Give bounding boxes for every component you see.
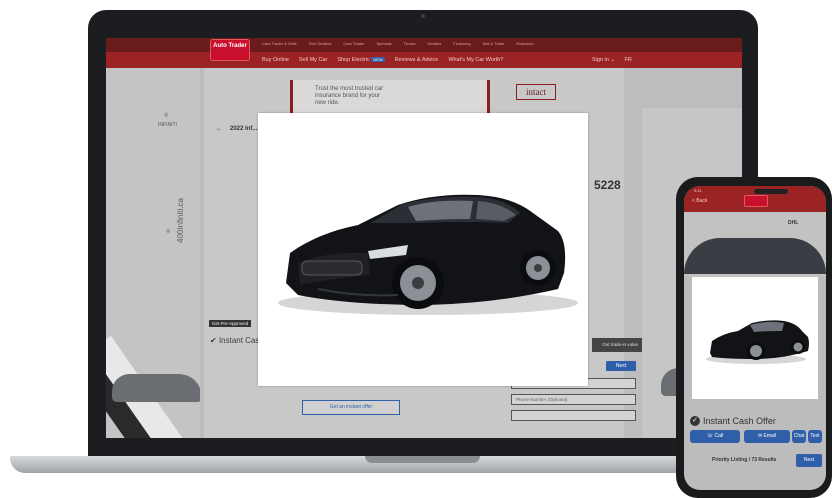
nav-shop-electric[interactable]: Shop Electric NEW <box>337 57 385 63</box>
phone-car-modal[interactable] <box>692 277 818 399</box>
phone-results-label: Priority Listing / 73 Results <box>712 457 777 463</box>
nav-sell-my-car[interactable]: Sell My Car <box>299 57 327 63</box>
laptop-base-notch <box>365 456 480 463</box>
phone-site-logo[interactable] <box>744 195 768 207</box>
infiniti-logo: ◎ <box>166 228 171 234</box>
main-nav: Buy Online Sell My Car Shop Electric NEW… <box>262 57 503 63</box>
infiniti-logo: ◎ <box>164 112 169 118</box>
intact-logo[interactable]: intact <box>516 84 556 100</box>
site-logo[interactable]: Auto Trader <box>210 39 250 61</box>
top-link[interactable]: Sell & Trade <box>483 41 505 46</box>
left-ad-rail: ◎ INFINITI 400Infiniti.ca ◎ <box>106 68 200 438</box>
phone-sedan-image <box>706 320 809 364</box>
phone-notch <box>754 189 788 194</box>
top-link[interactable]: Research <box>516 41 533 46</box>
phone-icon: ☏ <box>706 433 715 439</box>
top-link[interactable]: Find Dealers <box>309 41 332 46</box>
instant-cash-label: ✔ Instant Cas <box>210 336 260 345</box>
phone-instant-cash-label: Instant Cash Offer <box>703 416 776 426</box>
sign-in-link[interactable]: Sign in <box>592 57 609 63</box>
instant-offer-button[interactable]: Get an instant offer <box>302 400 400 415</box>
phone-call-button[interactable]: ☏ Call <box>690 430 740 443</box>
pre-approved-tag[interactable]: Get Pre-Approved <box>209 320 252 327</box>
top-link[interactable]: Specials <box>377 41 392 46</box>
check-circle-icon: ✓ <box>690 416 700 426</box>
top-link[interactable]: Financing <box>453 41 470 46</box>
car-image-modal[interactable] <box>258 113 588 386</box>
phone-next-button[interactable]: Next <box>796 454 822 467</box>
phone-time: 9:41 <box>694 188 702 193</box>
top-link[interactable]: Cars Trader & Sells <box>262 41 297 46</box>
check-icon: ✔ <box>210 336 217 345</box>
top-link[interactable]: Trucks <box>404 41 416 46</box>
top-links: Cars Trader & Sells Find Dealers Cars Tr… <box>262 41 534 46</box>
dealer-phone[interactable]: 5228 <box>594 178 621 192</box>
chevron-down-icon: ⌄ <box>610 57 617 63</box>
phone-car-background <box>684 238 826 274</box>
next-button[interactable]: Next <box>606 361 636 371</box>
phone-dealer-badge: DHL <box>788 220 799 226</box>
dealer-brand-text: INFINITI <box>158 122 177 128</box>
phone-text-button[interactable]: Text <box>808 430 822 443</box>
phone-chat-button[interactable]: Chat <box>792 430 806 443</box>
listing-title: 2022 Inf... <box>230 126 258 132</box>
language-link[interactable]: FR <box>625 57 632 63</box>
device-mockup-scene: Auto Trader Cars Trader & Sells Find Dea… <box>0 0 832 498</box>
nav-buy-online[interactable]: Buy Online <box>262 57 289 63</box>
top-link[interactable]: Cars Trader <box>343 41 364 46</box>
phone-back-link[interactable]: < Back <box>692 198 707 204</box>
nav-reviews[interactable]: Reviews & Advice <box>395 57 439 63</box>
nav-car-worth[interactable]: What's My Car Worth? <box>448 57 503 63</box>
laptop-camera <box>421 14 425 18</box>
nav-right: Sign in ⌄ FR <box>592 57 632 63</box>
suv-image <box>112 374 200 402</box>
insurance-ad[interactable]: Trust the most trusted car insurance bra… <box>290 80 490 114</box>
extra-field[interactable] <box>511 410 636 421</box>
phone-field[interactable]: Phone Number (Optional) <box>511 394 636 405</box>
top-link[interactable]: Dealers <box>427 41 441 46</box>
vertical-dealer-url: 400Infiniti.ca <box>176 198 185 243</box>
trade-in-strip[interactable]: Get trade-in value <box>592 338 642 352</box>
phone-email-button[interactable]: ✉ Email <box>744 430 790 443</box>
back-arrow-icon[interactable]: ← <box>216 126 222 132</box>
new-badge: NEW <box>371 57 385 62</box>
phone-screen: 9:41 < Back DHL ✓ Instant Cash Offer ☏ C… <box>684 186 826 490</box>
sedan-car-image <box>278 194 578 315</box>
ad-text: Trust the most trusted car insurance bra… <box>315 86 384 106</box>
